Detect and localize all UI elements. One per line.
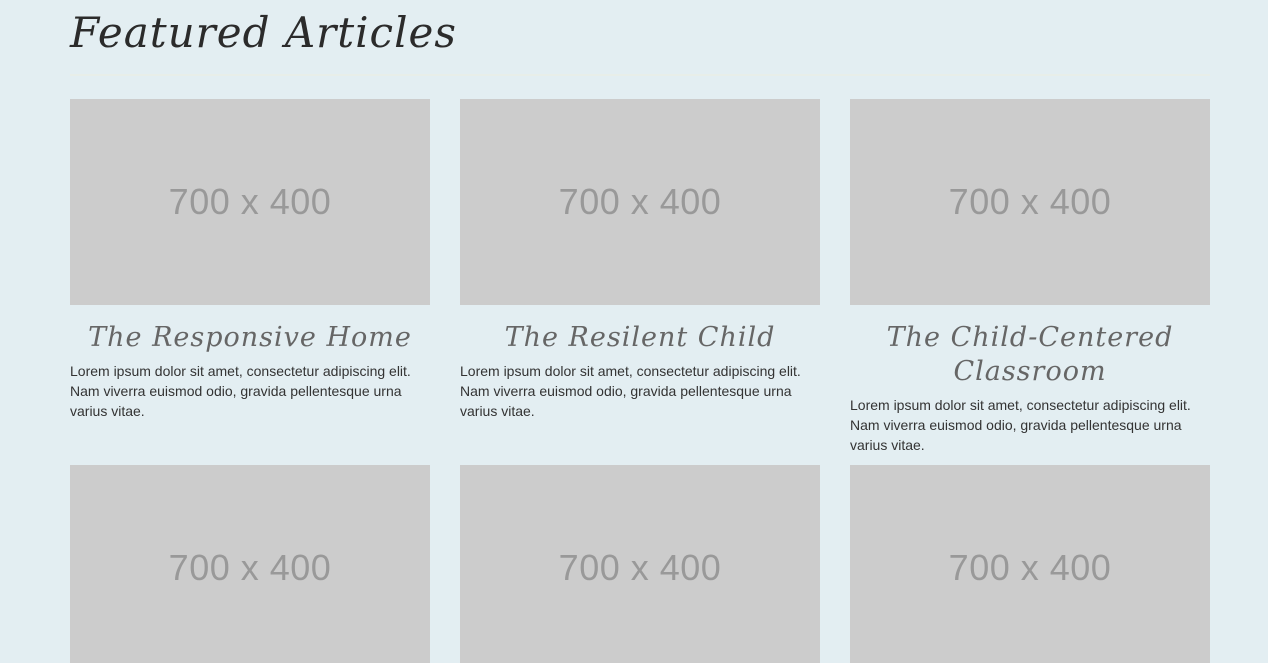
article-title[interactable]: The Resilent Child (460, 321, 820, 355)
featured-articles-page: Featured Articles 700 x 400 The Responsi… (0, 0, 1268, 663)
article-card: 700 x 400 The Responsive Home Lorem ipsu… (70, 99, 430, 455)
article-card: 700 x 400 (70, 465, 430, 663)
article-image-placeholder[interactable]: 700 x 400 (850, 465, 1210, 663)
article-card: 700 x 400 (460, 465, 820, 663)
article-card: 700 x 400 The Resilent Child Lorem ipsum… (460, 99, 820, 455)
section-divider (70, 74, 1210, 76)
article-title[interactable]: The Child-Centered Classroom (850, 321, 1210, 389)
image-size-label: 700 x 400 (168, 181, 332, 222)
image-size-label: 700 x 400 (558, 547, 722, 588)
image-size-label: 700 x 400 (168, 547, 332, 588)
article-card: 700 x 400 The Child-Centered Classroom L… (850, 99, 1210, 455)
article-image-placeholder[interactable]: 700 x 400 (460, 99, 820, 305)
image-size-label: 700 x 400 (948, 181, 1112, 222)
article-card: 700 x 400 (850, 465, 1210, 663)
section-title: Featured Articles (70, 8, 457, 57)
image-size-label: 700 x 400 (558, 181, 722, 222)
article-excerpt: Lorem ipsum dolor sit amet, consectetur … (460, 363, 801, 419)
article-excerpt: Lorem ipsum dolor sit amet, consectetur … (70, 363, 411, 419)
article-excerpt: Lorem ipsum dolor sit amet, consectetur … (850, 397, 1191, 453)
article-grid: 700 x 400 The Responsive Home Lorem ipsu… (70, 99, 1210, 663)
article-image-placeholder[interactable]: 700 x 400 (70, 99, 430, 305)
article-image-placeholder[interactable]: 700 x 400 (70, 465, 430, 663)
article-image-placeholder[interactable]: 700 x 400 (460, 465, 820, 663)
image-size-label: 700 x 400 (948, 547, 1112, 588)
article-title[interactable]: The Responsive Home (70, 321, 430, 355)
article-image-placeholder[interactable]: 700 x 400 (850, 99, 1210, 305)
